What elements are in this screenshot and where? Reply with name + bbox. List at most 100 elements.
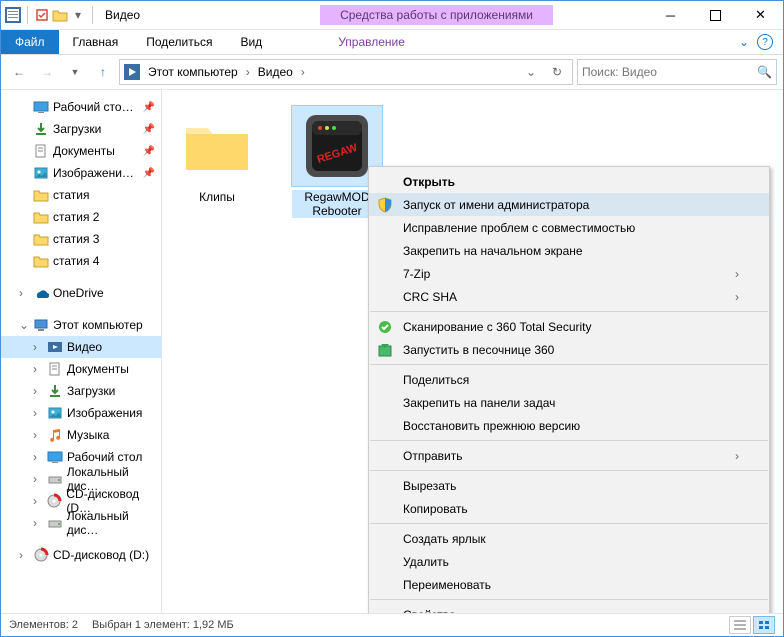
menu-label: Вырезать <box>403 479 456 493</box>
tree-item[interactable]: статия 2 <box>1 206 161 228</box>
pin-icon: 📌 <box>143 168 155 179</box>
tree-item[interactable]: статия 4 <box>1 250 161 272</box>
status-bar: Элементов: 2 Выбран 1 элемент: 1,92 МБ <box>1 613 783 636</box>
view-icons-button[interactable] <box>753 616 775 634</box>
sandbox-icon <box>377 342 393 358</box>
menu-label: Исправление проблем с совместимостью <box>403 221 635 235</box>
tree-item[interactable]: ›Музыка <box>1 424 161 446</box>
tree-label: Изображени… <box>53 166 134 180</box>
chevron-right-icon[interactable]: › <box>246 65 250 79</box>
menu-item[interactable]: Создать ярлык <box>369 527 769 550</box>
menu-separator <box>370 311 768 312</box>
menu-item[interactable]: 7-Zip› <box>369 262 769 285</box>
menu-separator <box>370 440 768 441</box>
blank-icon <box>377 418 393 434</box>
cd-red-icon <box>46 493 62 509</box>
breadcrumb-item[interactable]: Этот компьютер <box>144 63 242 81</box>
tree-item[interactable]: ›Документы <box>1 358 161 380</box>
status-selection: Выбран 1 элемент: 1,92 МБ <box>92 619 234 631</box>
forward-button[interactable]: → <box>35 60 59 84</box>
recent-locations-button[interactable]: ▼ <box>63 60 87 84</box>
tree-item[interactable]: статия <box>1 184 161 206</box>
menu-item[interactable]: Закрепить на панели задач <box>369 391 769 414</box>
menu-label: Восстановить прежнюю версию <box>403 419 580 433</box>
tree-item[interactable]: ›Загрузки <box>1 380 161 402</box>
qat-dropdown-icon[interactable]: ▾ <box>70 7 86 23</box>
pictures-icon <box>47 405 63 421</box>
tree-item[interactable]: Документы📌 <box>1 140 161 162</box>
menu-label: Переименовать <box>403 578 491 592</box>
menu-item[interactable]: Закрепить на начальном экране <box>369 239 769 262</box>
window-title: Видео <box>99 8 140 22</box>
tree-label: Локальный дис… <box>67 509 161 537</box>
maximize-button[interactable] <box>693 1 738 29</box>
tree-label: Загрузки <box>67 384 115 398</box>
address-dropdown-icon[interactable]: ⌄ <box>520 61 542 83</box>
chevron-right-icon: › <box>735 449 739 463</box>
tree-item[interactable]: статия 3 <box>1 228 161 250</box>
tree-label: Документы <box>53 144 115 158</box>
qat-folder-icon[interactable] <box>52 7 68 23</box>
chevron-right-icon[interactable]: › <box>301 65 305 79</box>
tree-item-cd[interactable]: ›CD-дисковод (D:) <box>1 544 161 566</box>
app-icon: REGAW <box>304 113 370 179</box>
back-button[interactable]: ← <box>7 60 31 84</box>
address-bar[interactable]: Этот компьютер › Видео › ⌄ ↻ <box>119 59 573 85</box>
folder-item[interactable]: Клипы <box>172 106 262 204</box>
menu-item[interactable]: Открыть <box>369 170 769 193</box>
menu-item[interactable]: Восстановить прежнюю версию <box>369 414 769 437</box>
refresh-button[interactable]: ↻ <box>546 61 568 83</box>
menu-separator <box>370 364 768 365</box>
menu-label: 7-Zip <box>403 267 430 281</box>
menu-item[interactable]: Исправление проблем с совместимостью <box>369 216 769 239</box>
menu-item[interactable]: Запуск от имени администратора <box>369 193 769 216</box>
tree-item[interactable]: Загрузки📌 <box>1 118 161 140</box>
blank-icon <box>377 289 393 305</box>
menu-item[interactable]: Переименовать <box>369 573 769 596</box>
breadcrumb-item[interactable]: Видео <box>254 63 297 81</box>
chevron-right-icon: › <box>735 290 739 304</box>
tab-manage[interactable]: Управление <box>324 30 419 54</box>
tree-label: Музыка <box>67 428 109 442</box>
folder-icon <box>182 118 252 174</box>
blank-icon <box>377 220 393 236</box>
tree-item-onedrive[interactable]: ›OneDrive <box>1 282 161 304</box>
tree-item[interactable]: ›Изображения <box>1 402 161 424</box>
menu-item[interactable]: Удалить <box>369 550 769 573</box>
tab-file[interactable]: Файл <box>1 30 59 54</box>
tree-item[interactable]: ›Видео <box>1 336 161 358</box>
menu-item[interactable]: Запустить в песочнице 360 <box>369 338 769 361</box>
tree-item[interactable]: ›Локальный дис… <box>1 512 161 534</box>
tree-item[interactable]: Рабочий сто…📌 <box>1 96 161 118</box>
folder-icon <box>33 209 49 225</box>
tab-view[interactable]: Вид <box>226 30 276 54</box>
tree-label: статия 4 <box>53 254 99 268</box>
tree-label: Изображения <box>67 406 142 420</box>
downloads-icon <box>33 121 49 137</box>
menu-item[interactable]: Отправить› <box>369 444 769 467</box>
blank-icon <box>377 395 393 411</box>
tree-item-this-pc[interactable]: ⌄Этот компьютер <box>1 314 161 336</box>
search-placeholder: Поиск: Видео <box>582 65 657 79</box>
menu-item[interactable]: Вырезать <box>369 474 769 497</box>
documents-icon <box>33 143 49 159</box>
tree-label: Этот компьютер <box>53 318 143 332</box>
drive-icon <box>47 471 63 487</box>
menu-item[interactable]: CRC SHA› <box>369 285 769 308</box>
tab-share[interactable]: Поделиться <box>132 30 226 54</box>
close-button[interactable]: ✕ <box>738 1 783 29</box>
view-details-button[interactable] <box>729 616 751 634</box>
navigation-bar: ← → ▼ ↑ Этот компьютер › Видео › ⌄ ↻ Пои… <box>1 55 783 90</box>
search-input[interactable]: Поиск: Видео 🔍 <box>577 59 777 85</box>
tree-item[interactable]: Изображени… 📌 <box>1 162 161 184</box>
up-button[interactable]: ↑ <box>91 60 115 84</box>
menu-item[interactable]: Копировать <box>369 497 769 520</box>
menu-item[interactable]: Сканирование с 360 Total Security <box>369 315 769 338</box>
menu-item[interactable]: Поделиться <box>369 368 769 391</box>
tab-home[interactable]: Главная <box>59 30 133 54</box>
minimize-button[interactable]: ─ <box>648 1 693 29</box>
help-icon[interactable]: ? <box>757 34 773 50</box>
status-item-count: Элементов: 2 <box>9 619 78 631</box>
ribbon-expand-icon[interactable]: ⌄ <box>739 35 749 49</box>
qat-properties-icon[interactable] <box>34 7 50 23</box>
